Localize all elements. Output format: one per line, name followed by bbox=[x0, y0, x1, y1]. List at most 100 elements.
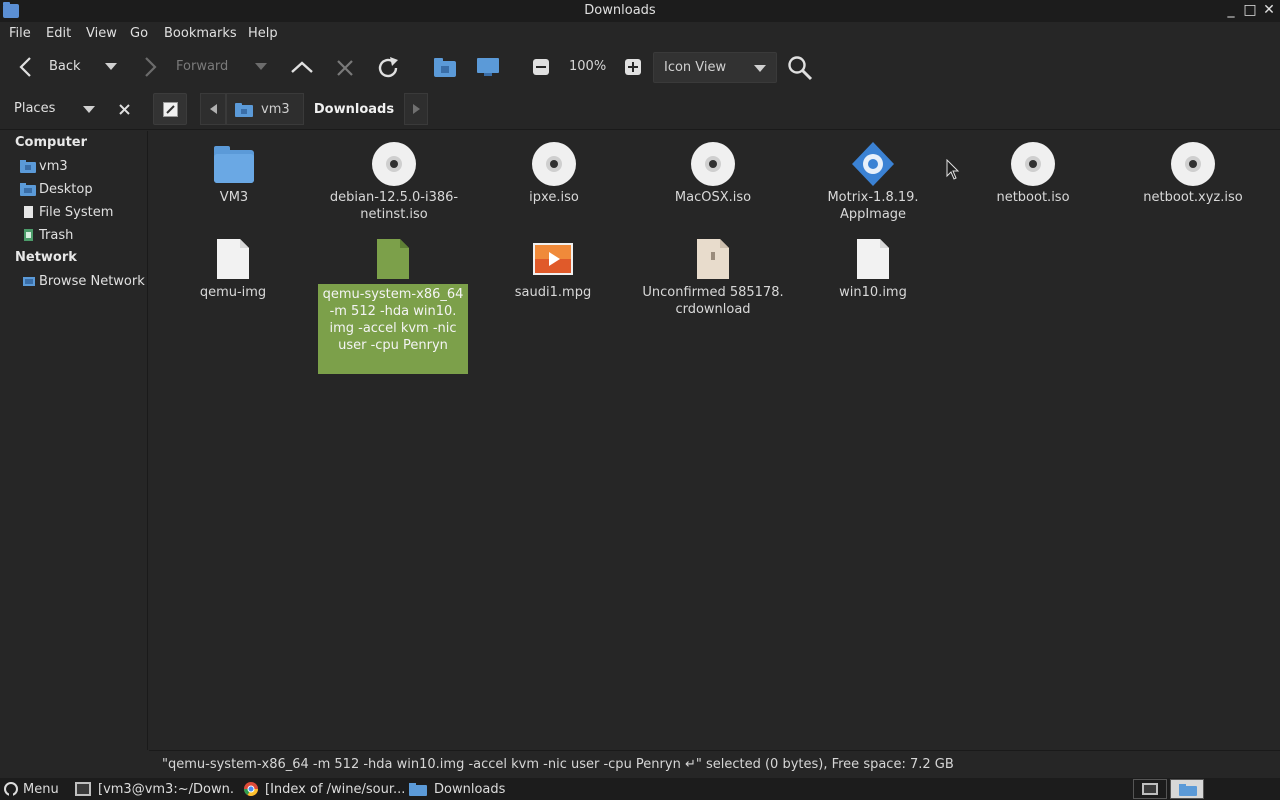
computer-icon[interactable] bbox=[476, 56, 500, 78]
folder-icon bbox=[214, 146, 254, 183]
search-icon[interactable] bbox=[787, 55, 813, 81]
toolbar: Back Forward 100% Icon View bbox=[0, 46, 1280, 90]
view-mode-value: Icon View bbox=[664, 60, 727, 75]
file-name: netboot.xyz.iso bbox=[1143, 190, 1243, 205]
status-bar: "qemu-system-x86_64 -m 512 -hda win10.im… bbox=[149, 750, 1280, 778]
gear-package-icon bbox=[852, 142, 894, 186]
folder-icon bbox=[1179, 784, 1197, 796]
file-name: debian-12.5.0-i386- netinst.iso bbox=[329, 190, 459, 222]
close-button[interactable]: ✕ bbox=[1260, 1, 1278, 19]
file-item[interactable]: VM3 bbox=[159, 139, 309, 206]
menu-bookmarks[interactable]: Bookmarks bbox=[164, 26, 237, 41]
file-name: netboot.iso bbox=[996, 190, 1070, 205]
disc-icon bbox=[532, 142, 576, 186]
file-item[interactable]: MacOSX.iso bbox=[638, 139, 788, 206]
zoom-out-icon[interactable] bbox=[533, 59, 549, 75]
toggle-location-entry-button[interactable] bbox=[153, 93, 187, 125]
terminal-icon bbox=[1142, 783, 1158, 795]
file-name: win10.img bbox=[839, 285, 907, 300]
file-name: saudi1.mpg bbox=[514, 285, 592, 300]
file-item[interactable]: Unconfirmed 585178. crdownload bbox=[638, 234, 788, 318]
taskbar-item-downloads[interactable]: Downloads bbox=[409, 780, 505, 798]
file-item[interactable]: win10.img bbox=[798, 234, 948, 301]
breadcrumb-right-arrow[interactable] bbox=[404, 93, 428, 125]
file-item[interactable]: qemu-img bbox=[158, 234, 308, 301]
menu-file[interactable]: File bbox=[9, 26, 31, 41]
forward-history-chevron-down-icon[interactable] bbox=[254, 62, 268, 72]
view-mode-chevron-down-icon bbox=[754, 65, 766, 72]
trash-icon bbox=[24, 229, 33, 241]
sidebar-item-file-system[interactable]: File System bbox=[20, 202, 113, 222]
file-icon-view[interactable]: VM3 debian-12.5.0-i386- netinst.iso ipxe… bbox=[149, 131, 1280, 750]
menu-edit[interactable]: Edit bbox=[46, 26, 71, 41]
back-history-chevron-down-icon[interactable] bbox=[104, 62, 118, 72]
file-item[interactable]: netboot.iso bbox=[958, 139, 1108, 206]
sidebar-item-browse-network[interactable]: Browse Network bbox=[20, 271, 145, 291]
workspace-1[interactable] bbox=[1133, 779, 1167, 799]
back-arrow-icon[interactable] bbox=[14, 56, 36, 78]
archive-icon bbox=[697, 239, 729, 279]
start-menu-button[interactable]: Menu bbox=[3, 780, 59, 798]
taskbar: Menu [vm3@vm3:~/Down... [Index of /wine/… bbox=[0, 778, 1280, 800]
breadcrumb-downloads[interactable]: Downloads bbox=[304, 93, 404, 125]
right-arrow-icon bbox=[412, 104, 420, 114]
view-mode-select[interactable]: Icon View bbox=[653, 52, 777, 83]
network-icon bbox=[23, 277, 35, 286]
menu-go[interactable]: Go bbox=[130, 26, 148, 41]
network-header: Network bbox=[15, 250, 77, 265]
breadcrumb-vm3[interactable]: vm3 bbox=[226, 93, 304, 125]
sidebar-item-label: File System bbox=[39, 204, 114, 220]
up-arrow-icon[interactable] bbox=[290, 58, 314, 76]
reload-icon[interactable] bbox=[375, 55, 401, 81]
file-item[interactable]: saudi1.mpg bbox=[478, 234, 628, 301]
menu-bar: File Edit View Go Bookmarks Help bbox=[0, 22, 1280, 46]
video-icon bbox=[533, 243, 573, 275]
file-name: qemu-img bbox=[199, 285, 267, 300]
places-chevron-down-icon[interactable] bbox=[83, 106, 95, 114]
home-folder-icon[interactable] bbox=[433, 56, 457, 78]
title-bar: Downloads _ □ ✕ bbox=[0, 0, 1280, 22]
file-item[interactable]: Motrix-1.8.19. AppImage bbox=[798, 139, 948, 223]
file-name: VM3 bbox=[219, 190, 249, 205]
zoom-in-icon[interactable] bbox=[625, 59, 641, 75]
menu-help[interactable]: Help bbox=[248, 26, 278, 41]
close-sidebar-icon[interactable] bbox=[119, 104, 130, 115]
sidebar-item-vm3[interactable]: vm3 bbox=[20, 156, 68, 176]
workspace-2[interactable] bbox=[1170, 779, 1204, 799]
zoom-level: 100% bbox=[569, 59, 607, 74]
file-name: qemu-system-x86_64 -m 512 -hda win10. im… bbox=[318, 284, 468, 374]
script-icon bbox=[377, 239, 409, 279]
file-item[interactable]: debian-12.5.0-i386- netinst.iso bbox=[319, 139, 469, 223]
file-name: Unconfirmed 585178. crdownload bbox=[642, 285, 784, 317]
home-folder-icon bbox=[235, 102, 253, 117]
breadcrumb: vm3 Downloads bbox=[200, 93, 428, 125]
forward-button[interactable]: Forward bbox=[176, 59, 228, 74]
terminal-icon bbox=[75, 782, 91, 796]
forward-arrow-icon[interactable] bbox=[143, 56, 159, 78]
menu-view[interactable]: View bbox=[86, 26, 117, 41]
menu-icon bbox=[4, 782, 18, 797]
file-name: MacOSX.iso bbox=[674, 190, 752, 205]
location-bar: Places vm3 Downloads bbox=[0, 90, 1280, 130]
file-item-selected[interactable]: qemu-system-x86_64 -m 512 -hda win10. im… bbox=[318, 234, 468, 374]
file-name: ipxe.iso bbox=[529, 190, 579, 205]
breadcrumb-left-arrow[interactable] bbox=[200, 93, 226, 125]
stop-icon[interactable] bbox=[334, 57, 356, 79]
places-selector[interactable]: Places bbox=[14, 101, 55, 116]
file-item[interactable]: ipxe.iso bbox=[479, 139, 629, 206]
sidebar-item-trash[interactable]: Trash bbox=[20, 225, 73, 245]
file-item[interactable]: netboot.xyz.iso bbox=[1118, 139, 1268, 206]
places-sidebar: Computer vm3 Desktop File System Trash N… bbox=[0, 131, 148, 750]
folder-icon bbox=[409, 783, 427, 796]
sidebar-item-label: Browse Network bbox=[39, 273, 145, 289]
breadcrumb-vm3-label: vm3 bbox=[261, 101, 290, 117]
back-button[interactable]: Back bbox=[49, 59, 81, 74]
taskbar-item-browser[interactable]: [Index of /wine/sour... bbox=[243, 780, 406, 798]
sidebar-item-desktop[interactable]: Desktop bbox=[20, 179, 93, 199]
computer-header: Computer bbox=[15, 135, 88, 150]
minimize-button[interactable]: _ bbox=[1222, 1, 1240, 19]
maximize-button[interactable]: □ bbox=[1241, 1, 1259, 19]
chrome-icon bbox=[244, 782, 258, 796]
taskbar-item-terminal[interactable]: [vm3@vm3:~/Down... bbox=[75, 780, 235, 798]
home-folder-icon bbox=[20, 160, 36, 173]
